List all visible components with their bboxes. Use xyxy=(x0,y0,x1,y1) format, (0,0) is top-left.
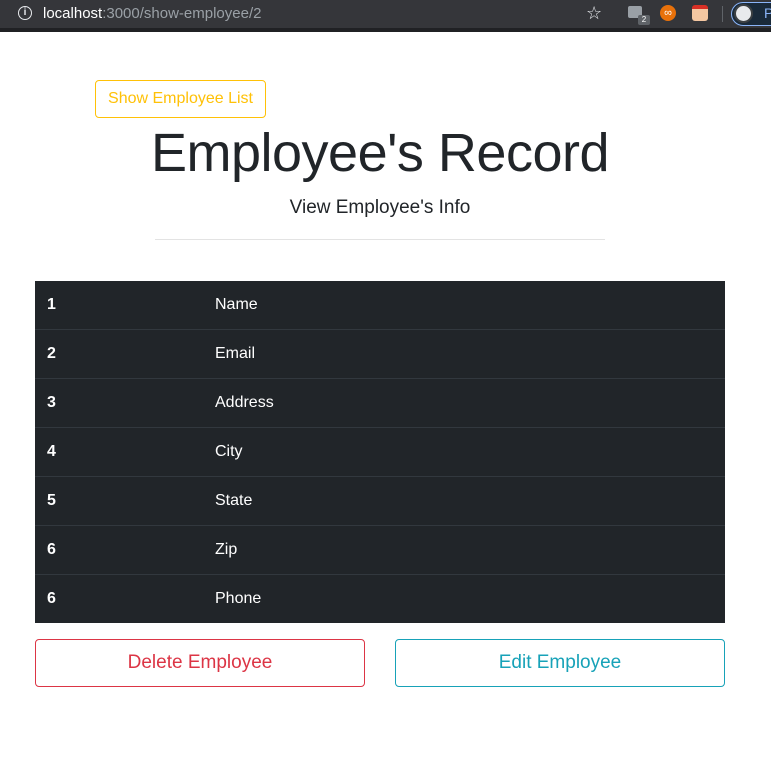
profile-initial: P xyxy=(764,5,771,21)
browser-toolbar: i localhost:3000/show-employee/2 ☆ 2 ∞ P xyxy=(0,0,771,32)
row-label: Name xyxy=(215,296,258,313)
divider xyxy=(155,239,605,240)
url-host: localhost xyxy=(43,5,103,22)
table-row: 2 Email xyxy=(35,329,725,378)
employee-info-table: 1 Name 2 Email 3 Address 4 City 5 State … xyxy=(35,281,725,623)
row-label: City xyxy=(215,443,243,460)
face-extension-icon[interactable] xyxy=(692,5,708,21)
row-number: 6 xyxy=(47,541,56,558)
row-number: 1 xyxy=(47,296,56,313)
show-employee-list-button[interactable]: Show Employee List xyxy=(95,80,266,118)
profile-button[interactable]: P xyxy=(731,2,771,26)
bookmark-star-icon[interactable]: ☆ xyxy=(586,3,602,24)
delete-employee-button[interactable]: Delete Employee xyxy=(35,639,365,687)
infinity-extension-icon[interactable]: ∞ xyxy=(660,5,676,21)
row-label: Zip xyxy=(215,541,238,558)
page-subtitle: View Employee's Info xyxy=(289,197,471,218)
avatar xyxy=(734,4,753,23)
edit-employee-button[interactable]: Edit Employee xyxy=(395,639,725,687)
mail-badge: 2 xyxy=(638,15,650,25)
row-number: 4 xyxy=(47,443,56,460)
row-label: Address xyxy=(215,394,274,411)
row-label: State xyxy=(215,492,253,509)
table-row: 6 Zip xyxy=(35,525,725,574)
table-row: 1 Name xyxy=(35,281,725,329)
table-row: 3 Address xyxy=(35,378,725,427)
row-number: 6 xyxy=(47,590,56,607)
page-title: Employee's Record xyxy=(150,123,610,183)
row-label: Email xyxy=(215,345,256,362)
table-row: 4 City xyxy=(35,427,725,476)
address-bar[interactable]: localhost:3000/show-employee/2 xyxy=(43,5,261,22)
row-number: 3 xyxy=(47,394,56,411)
toolbar-divider xyxy=(722,6,723,22)
url-path: :3000/show-employee/2 xyxy=(102,5,262,22)
site-info-icon[interactable]: i xyxy=(18,6,32,20)
table-row: 6 Phone xyxy=(35,574,725,623)
table-row: 5 State xyxy=(35,476,725,525)
row-label: Phone xyxy=(215,590,262,607)
row-number: 2 xyxy=(47,345,56,362)
row-number: 5 xyxy=(47,492,56,509)
